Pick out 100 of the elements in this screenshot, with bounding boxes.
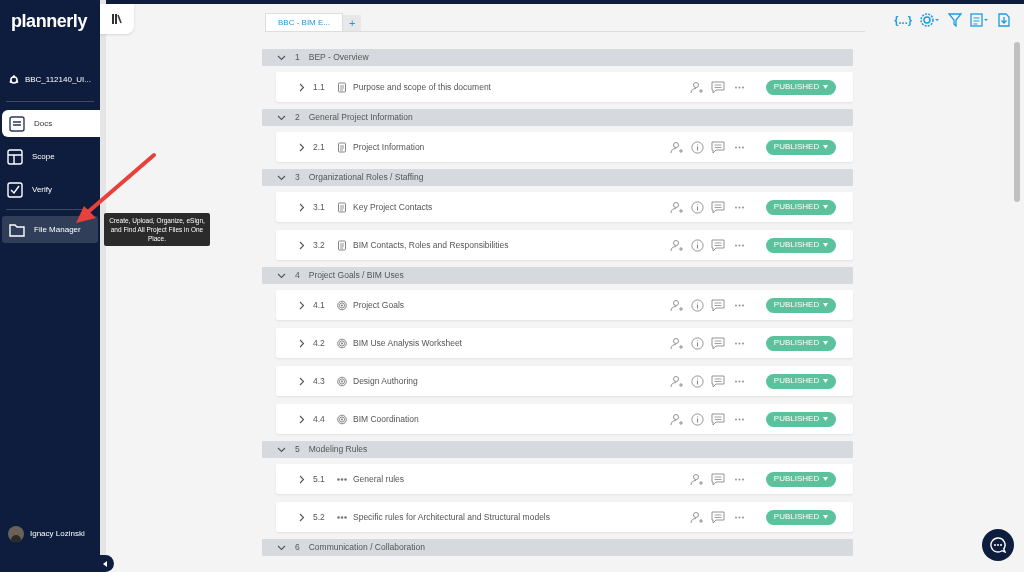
more-icon[interactable] bbox=[735, 341, 744, 345]
comment-icon[interactable] bbox=[711, 140, 725, 154]
filter-icon[interactable] bbox=[948, 13, 962, 28]
item-title[interactable]: Project Goals bbox=[353, 298, 405, 312]
item-title[interactable]: General rules bbox=[353, 472, 405, 486]
item-title[interactable]: BIM Contacts, Roles and Responsibilities bbox=[353, 238, 509, 252]
item-number: 4.1 bbox=[313, 298, 326, 312]
chevron-icon[interactable] bbox=[277, 53, 286, 62]
target-icon bbox=[337, 413, 347, 425]
nav-item[interactable]: File Manager bbox=[2, 216, 98, 243]
comment-icon[interactable] bbox=[711, 510, 725, 524]
document-row[interactable]: 1.1 Purpose and scope of this document PUBLISHED bbox=[276, 72, 853, 102]
comment-icon[interactable] bbox=[711, 298, 725, 312]
document-row[interactable]: 4.2 BIM Use Analysis Worksheet PUBLISHED bbox=[276, 328, 853, 358]
scrollbar-thumb[interactable] bbox=[1014, 42, 1020, 202]
comment-icon[interactable] bbox=[711, 472, 725, 486]
assign-user-icon[interactable] bbox=[670, 374, 684, 388]
assign-user-icon[interactable] bbox=[670, 238, 684, 252]
more-icon[interactable] bbox=[735, 379, 744, 383]
document-row[interactable]: 4.4 BIM Coordination PUBLISHED bbox=[276, 404, 853, 434]
chevron-icon[interactable] bbox=[297, 300, 306, 310]
chevron-icon[interactable] bbox=[277, 113, 286, 122]
assign-user-icon[interactable] bbox=[670, 200, 684, 214]
chevron-icon[interactable] bbox=[297, 202, 306, 212]
section-header[interactable]: 6 Communication / Collaboration bbox=[262, 539, 853, 556]
chevron-icon[interactable] bbox=[297, 376, 306, 386]
document-menu-icon[interactable] bbox=[970, 13, 990, 28]
library-button[interactable] bbox=[100, 4, 134, 34]
avatar bbox=[8, 526, 24, 542]
chevron-icon[interactable] bbox=[277, 445, 286, 454]
nav-item[interactable]: Verify bbox=[0, 176, 100, 203]
section-number: 5 bbox=[295, 443, 300, 456]
books-icon bbox=[111, 13, 123, 25]
more-icon[interactable] bbox=[735, 515, 744, 519]
assign-user-icon[interactable] bbox=[670, 336, 684, 350]
assign-user-icon[interactable] bbox=[690, 472, 704, 486]
user-name[interactable]: Ignacy Lozinski bbox=[30, 528, 85, 540]
section-header[interactable]: 1 BEP - Overview bbox=[262, 49, 853, 66]
comment-icon[interactable] bbox=[711, 200, 725, 214]
item-title[interactable]: BIM Use Analysis Worksheet bbox=[353, 336, 462, 350]
chevron-icon[interactable] bbox=[297, 512, 306, 522]
chevron-icon[interactable] bbox=[297, 142, 306, 152]
chevron-icon[interactable] bbox=[297, 240, 306, 250]
info-icon[interactable] bbox=[691, 412, 704, 426]
section-number: 4 bbox=[295, 269, 300, 282]
chevron-icon[interactable] bbox=[277, 271, 286, 280]
chevron-icon[interactable] bbox=[297, 338, 306, 348]
section-header[interactable]: 4 Project Goals / BIM Uses bbox=[262, 267, 853, 284]
section-header[interactable]: 2 General Project Information bbox=[262, 109, 853, 126]
item-title[interactable]: Project Information bbox=[353, 140, 425, 154]
more-icon[interactable] bbox=[735, 417, 744, 421]
item-title[interactable]: Purpose and scope of this document bbox=[353, 80, 491, 94]
comment-icon[interactable] bbox=[711, 412, 725, 426]
chevron-icon[interactable] bbox=[297, 474, 306, 484]
more-icon[interactable] bbox=[735, 243, 744, 247]
info-icon[interactable] bbox=[691, 336, 704, 350]
info-icon[interactable] bbox=[691, 374, 704, 388]
more-icon[interactable] bbox=[735, 145, 744, 149]
info-icon[interactable] bbox=[691, 298, 704, 312]
section-header[interactable]: 5 Modeling Rules bbox=[262, 441, 853, 458]
chevron-icon[interactable] bbox=[297, 414, 306, 424]
more-icon[interactable] bbox=[735, 477, 744, 481]
assign-user-icon[interactable] bbox=[690, 510, 704, 524]
chevron-icon[interactable] bbox=[297, 82, 306, 92]
assign-user-icon[interactable] bbox=[670, 140, 684, 154]
comment-icon[interactable] bbox=[711, 238, 725, 252]
chat-button[interactable] bbox=[982, 529, 1014, 561]
document-icon bbox=[337, 81, 347, 93]
assign-user-icon[interactable] bbox=[670, 298, 684, 312]
nav-item[interactable]: Scope bbox=[0, 143, 100, 170]
document-row[interactable]: 4.3 Design Authoring PUBLISHED bbox=[276, 366, 853, 396]
item-title[interactable]: Specific rules for Architectural and Structural models bbox=[353, 510, 550, 524]
more-icon[interactable] bbox=[735, 205, 744, 209]
info-icon[interactable] bbox=[691, 140, 704, 154]
document-row[interactable]: 3.2 BIM Contacts, Roles and Responsibilities PUBLISHED bbox=[276, 230, 853, 260]
settings-icon[interactable] bbox=[920, 13, 940, 28]
comment-icon[interactable] bbox=[711, 80, 725, 94]
document-row[interactable]: 2.1 Project Information PUBLISHED bbox=[276, 132, 853, 162]
project-name[interactable]: BBC_112140_UI... bbox=[24, 74, 91, 86]
item-title[interactable]: Design Authoring bbox=[353, 374, 418, 388]
comment-icon[interactable] bbox=[711, 374, 725, 388]
assign-user-icon[interactable] bbox=[670, 412, 684, 426]
section-header[interactable]: 3 Organizational Roles / Staffing bbox=[262, 169, 853, 186]
more-icon[interactable] bbox=[735, 85, 744, 89]
nav-item[interactable]: Docs bbox=[2, 110, 100, 137]
item-number: 4.3 bbox=[313, 374, 326, 388]
item-title[interactable]: BIM Coordination bbox=[353, 412, 419, 426]
info-icon[interactable] bbox=[691, 200, 704, 214]
assign-user-icon[interactable] bbox=[690, 80, 704, 94]
item-title[interactable]: Key Project Contacts bbox=[353, 200, 433, 214]
document-row[interactable]: 5.2 Specific rules for Architectural and Structural models PUBLISHED bbox=[276, 502, 853, 532]
document-row[interactable]: 3.1 Key Project Contacts PUBLISHED bbox=[276, 192, 853, 222]
download-icon[interactable] bbox=[998, 13, 1010, 28]
chevron-icon[interactable] bbox=[277, 543, 286, 552]
more-icon[interactable] bbox=[735, 303, 744, 307]
comment-icon[interactable] bbox=[711, 336, 725, 350]
chevron-icon[interactable] bbox=[277, 173, 286, 182]
document-row[interactable]: 5.1 General rules PUBLISHED bbox=[276, 464, 853, 494]
document-row[interactable]: 4.1 Project Goals PUBLISHED bbox=[276, 290, 853, 320]
info-icon[interactable] bbox=[691, 238, 704, 252]
